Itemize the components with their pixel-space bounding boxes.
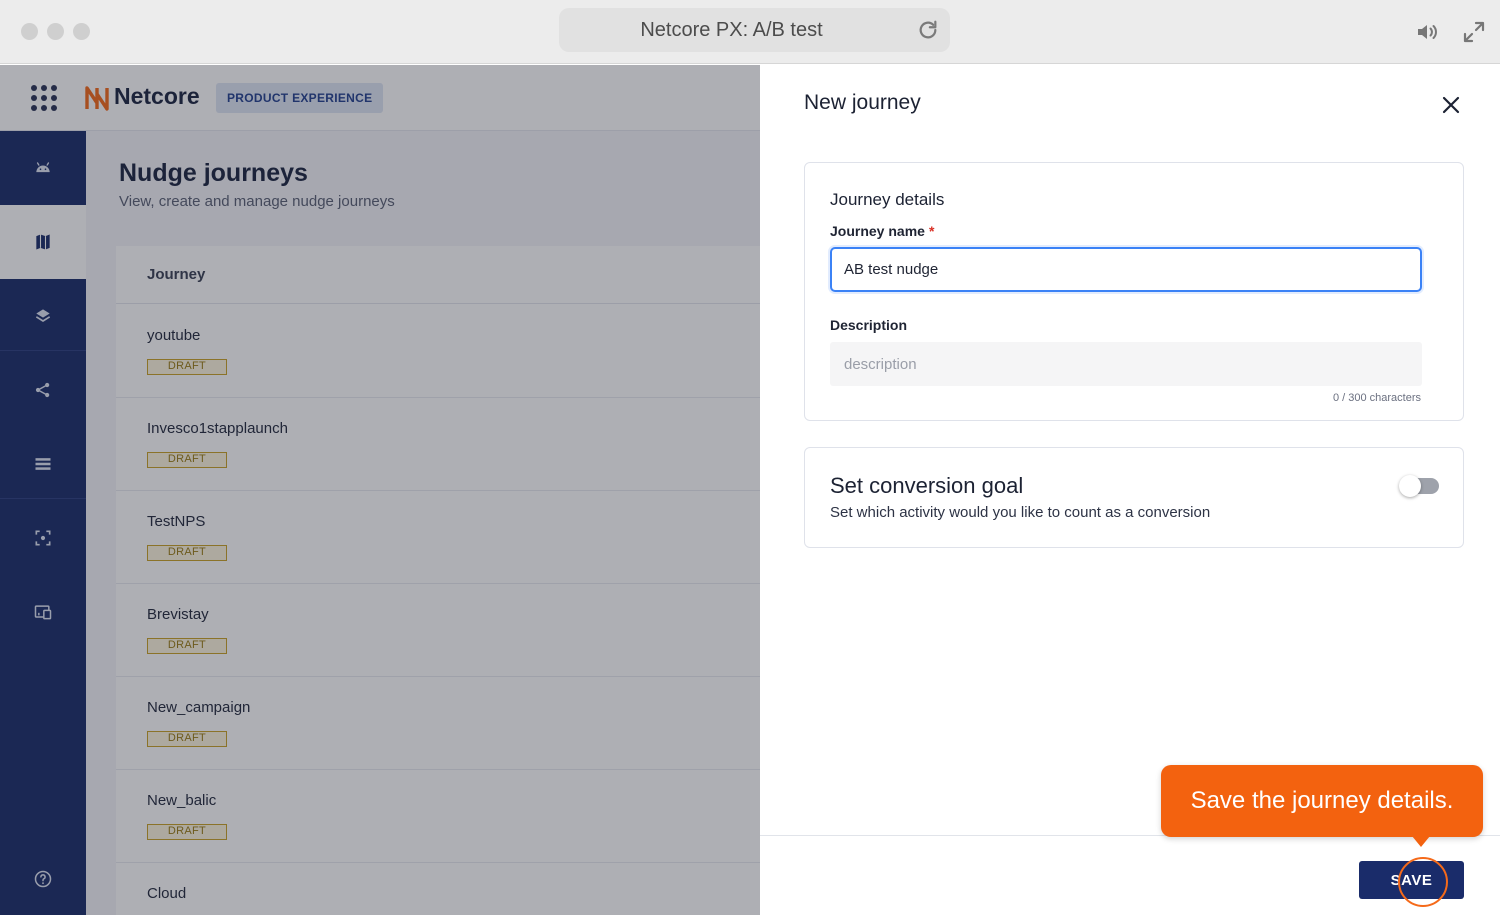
close-icon[interactable] <box>1440 94 1462 116</box>
toggle-knob <box>1399 475 1421 497</box>
fullscreen-icon[interactable] <box>1462 20 1486 44</box>
conversion-goal-toggle[interactable] <box>1399 475 1439 497</box>
reload-icon[interactable] <box>917 19 939 41</box>
section-title: Journey details <box>830 190 945 209</box>
required-mark: * <box>928 223 935 239</box>
journey-name-input[interactable] <box>830 247 1422 292</box>
drawer-title: New journey <box>804 91 921 114</box>
journey-name-label: Journey name * <box>830 223 934 239</box>
journey-details-card: Journey details Journey name* Descriptio… <box>804 162 1464 421</box>
speaker-icon[interactable] <box>1415 20 1439 44</box>
window-zoom-button[interactable] <box>73 23 90 40</box>
journey-name-label-text: Journey name <box>830 223 925 239</box>
tooltip-arrow <box>1412 836 1430 847</box>
modal-backdrop[interactable] <box>0 65 760 915</box>
window-title: Netcore PX: A/B test <box>640 19 823 41</box>
app-background: Netcore PRODUCT EXPERIENCE Nudge journey… <box>0 65 760 915</box>
guide-tooltip: Save the journey details. <box>1161 765 1483 837</box>
click-indicator <box>1398 857 1448 907</box>
conversion-goal-card: Set conversion goal Set which activity w… <box>804 447 1464 548</box>
window-minimize-button[interactable] <box>47 23 64 40</box>
window-titlebar: Netcore PX: A/B test <box>0 0 1500 64</box>
conversion-goal-title: Set conversion goal <box>830 473 1024 498</box>
description-input[interactable] <box>830 342 1422 386</box>
char-count: 0 / 300 characters <box>1332 392 1421 404</box>
address-bar[interactable]: Netcore PX: A/B test <box>559 8 950 52</box>
description-label: Description <box>830 317 908 333</box>
conversion-goal-subtitle: Set which activity would you like to cou… <box>830 504 1211 521</box>
window-close-button[interactable] <box>21 23 38 40</box>
